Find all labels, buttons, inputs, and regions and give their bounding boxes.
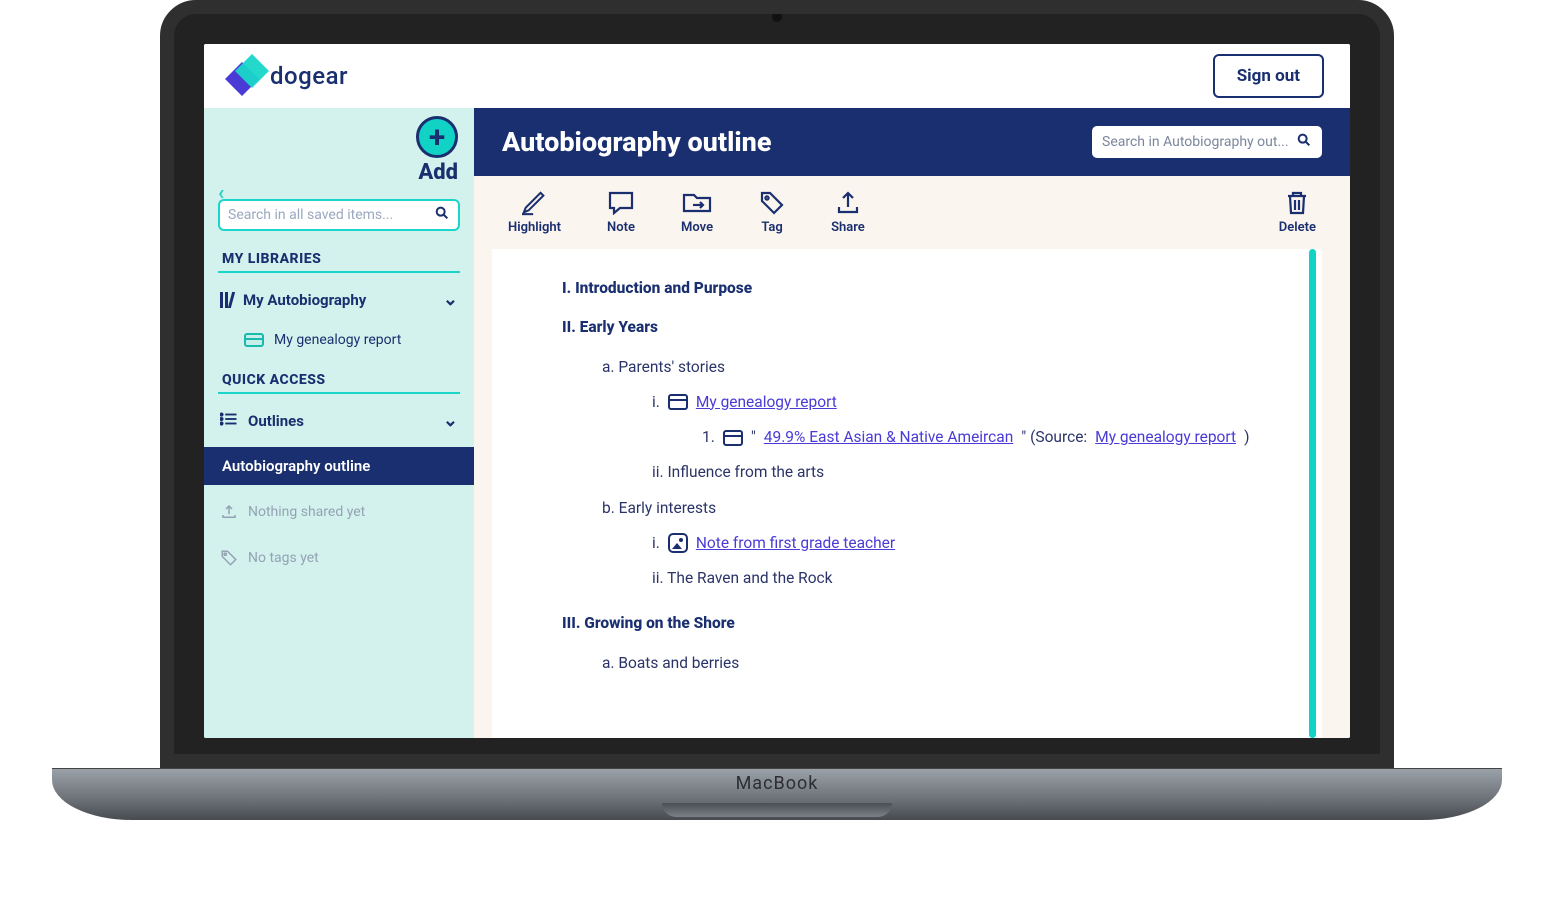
- bullet-label: i.: [652, 391, 660, 414]
- search-icon[interactable]: [1296, 132, 1312, 152]
- tool-tag[interactable]: Tag: [759, 190, 785, 235]
- laptop-base: MacBook: [52, 768, 1502, 820]
- document-icon: [723, 430, 743, 446]
- sidebar-search-input[interactable]: [228, 207, 434, 223]
- sidebar-item-genealogy-report[interactable]: My genealogy report: [214, 326, 464, 354]
- title-search-input[interactable]: [1102, 134, 1296, 150]
- outline-item: i. Note from first grade teacher: [652, 526, 1252, 561]
- outline-item: a. Boats and berries: [602, 646, 1252, 681]
- search-icon[interactable]: [434, 205, 450, 225]
- outline-section-early-years: II. Early Years: [562, 316, 1252, 339]
- tool-label: Note: [607, 220, 635, 235]
- back-chevron-icon[interactable]: ‹: [218, 180, 224, 204]
- sidebar-item-autobiography-outline[interactable]: Autobiography outline: [204, 447, 474, 485]
- add-button[interactable]: +: [416, 116, 458, 158]
- app-body: + Add ‹ MY LIBRARIES: [204, 108, 1350, 738]
- topbar: dogear Sign out: [204, 44, 1350, 108]
- document-icon: [244, 333, 264, 347]
- outline-item: 1. " 49.9% East Asian & Native Ameircan " …: [702, 420, 1252, 455]
- outline-section-growing-shore: III. Growing on the Shore: [562, 612, 1252, 635]
- outline-item: ii. Influence from the arts: [652, 455, 1252, 490]
- chevron-down-icon[interactable]: ⌄: [443, 289, 458, 310]
- sidebar-item-shared-empty: Nothing shared yet: [214, 493, 464, 531]
- device-label: MacBook: [736, 773, 819, 794]
- link-east-asian-quote[interactable]: 49.9% East Asian & Native Ameircan: [764, 426, 1013, 449]
- add-container: + Add: [214, 116, 464, 185]
- scrollbar[interactable]: [1309, 249, 1316, 738]
- sidebar-item-tags-empty: No tags yet: [214, 539, 464, 577]
- toolbar: Highlight Note Move: [474, 176, 1350, 249]
- logo[interactable]: dogear: [230, 59, 348, 93]
- image-icon: [668, 533, 688, 553]
- document[interactable]: I. Introduction and Purpose II. Early Ye…: [492, 249, 1322, 738]
- shared-empty-label: Nothing shared yet: [248, 504, 365, 520]
- tool-highlight[interactable]: Highlight: [508, 190, 561, 235]
- sidebar-search[interactable]: [218, 199, 460, 231]
- quote-after: " (Source:: [1021, 426, 1087, 449]
- link-genealogy-source[interactable]: My genealogy report: [1095, 426, 1236, 449]
- outline-section-intro: I. Introduction and Purpose: [562, 277, 1252, 300]
- screen-bezel: dogear Sign out + Add ‹: [160, 0, 1394, 768]
- bullet-label: i.: [652, 532, 660, 555]
- tool-label: Tag: [761, 220, 782, 235]
- logo-text: dogear: [270, 62, 348, 90]
- app: dogear Sign out + Add ‹: [204, 44, 1350, 738]
- laptop-frame: dogear Sign out + Add ‹: [160, 0, 1394, 820]
- tool-label: Delete: [1279, 220, 1316, 235]
- sidebar: + Add ‹ MY LIBRARIES: [204, 108, 474, 738]
- sidebar-item-outlines[interactable]: Outlines ⌄: [214, 402, 464, 439]
- laptop-notch: [662, 803, 892, 817]
- camera-icon: [772, 12, 782, 22]
- quote-open: ": [751, 426, 756, 449]
- outline-item: b. Early interests: [602, 491, 1252, 526]
- library-icon: [220, 292, 233, 308]
- library-label: My Autobiography: [243, 291, 366, 309]
- tool-delete[interactable]: Delete: [1279, 190, 1316, 235]
- outline-item: a. Parents' stories: [602, 350, 1252, 385]
- section-libraries-header: MY LIBRARIES: [218, 241, 460, 273]
- chevron-down-icon[interactable]: ⌄: [443, 410, 458, 431]
- list-icon: [220, 412, 238, 430]
- document-wrap: I. Introduction and Purpose II. Early Ye…: [474, 249, 1350, 738]
- child-label: My genealogy report: [274, 332, 401, 348]
- tool-label: Highlight: [508, 220, 561, 235]
- outline-item: i. My genealogy report: [652, 385, 1252, 420]
- link-first-grade-note[interactable]: Note from first grade teacher: [696, 532, 895, 555]
- quote-close: ): [1244, 426, 1249, 449]
- tool-label: Move: [681, 220, 713, 235]
- link-genealogy-report[interactable]: My genealogy report: [696, 391, 837, 414]
- title-search[interactable]: [1092, 126, 1322, 158]
- section-quick-access-header: QUICK ACCESS: [218, 362, 460, 394]
- bullet-label: 1.: [702, 426, 715, 449]
- tool-note[interactable]: Note: [607, 190, 635, 235]
- screen: dogear Sign out + Add ‹: [204, 44, 1350, 738]
- page-title: Autobiography outline: [502, 126, 772, 158]
- main: Autobiography outline Hig: [474, 108, 1350, 738]
- tool-label: Share: [831, 220, 865, 235]
- sign-out-button[interactable]: Sign out: [1213, 54, 1324, 98]
- document-icon: [668, 394, 688, 410]
- tool-move[interactable]: Move: [681, 190, 713, 235]
- outline-item: ii. The Raven and the Rock: [652, 561, 1252, 596]
- add-label: Add: [418, 160, 458, 185]
- sidebar-item-my-autobiography[interactable]: My Autobiography ⌄: [214, 281, 464, 318]
- logo-icon: [230, 59, 264, 93]
- tool-share[interactable]: Share: [831, 190, 865, 235]
- title-bar: Autobiography outline: [474, 108, 1350, 176]
- active-outline-label: Autobiography outline: [222, 457, 370, 475]
- outlines-label: Outlines: [248, 412, 304, 430]
- tags-empty-label: No tags yet: [248, 550, 319, 566]
